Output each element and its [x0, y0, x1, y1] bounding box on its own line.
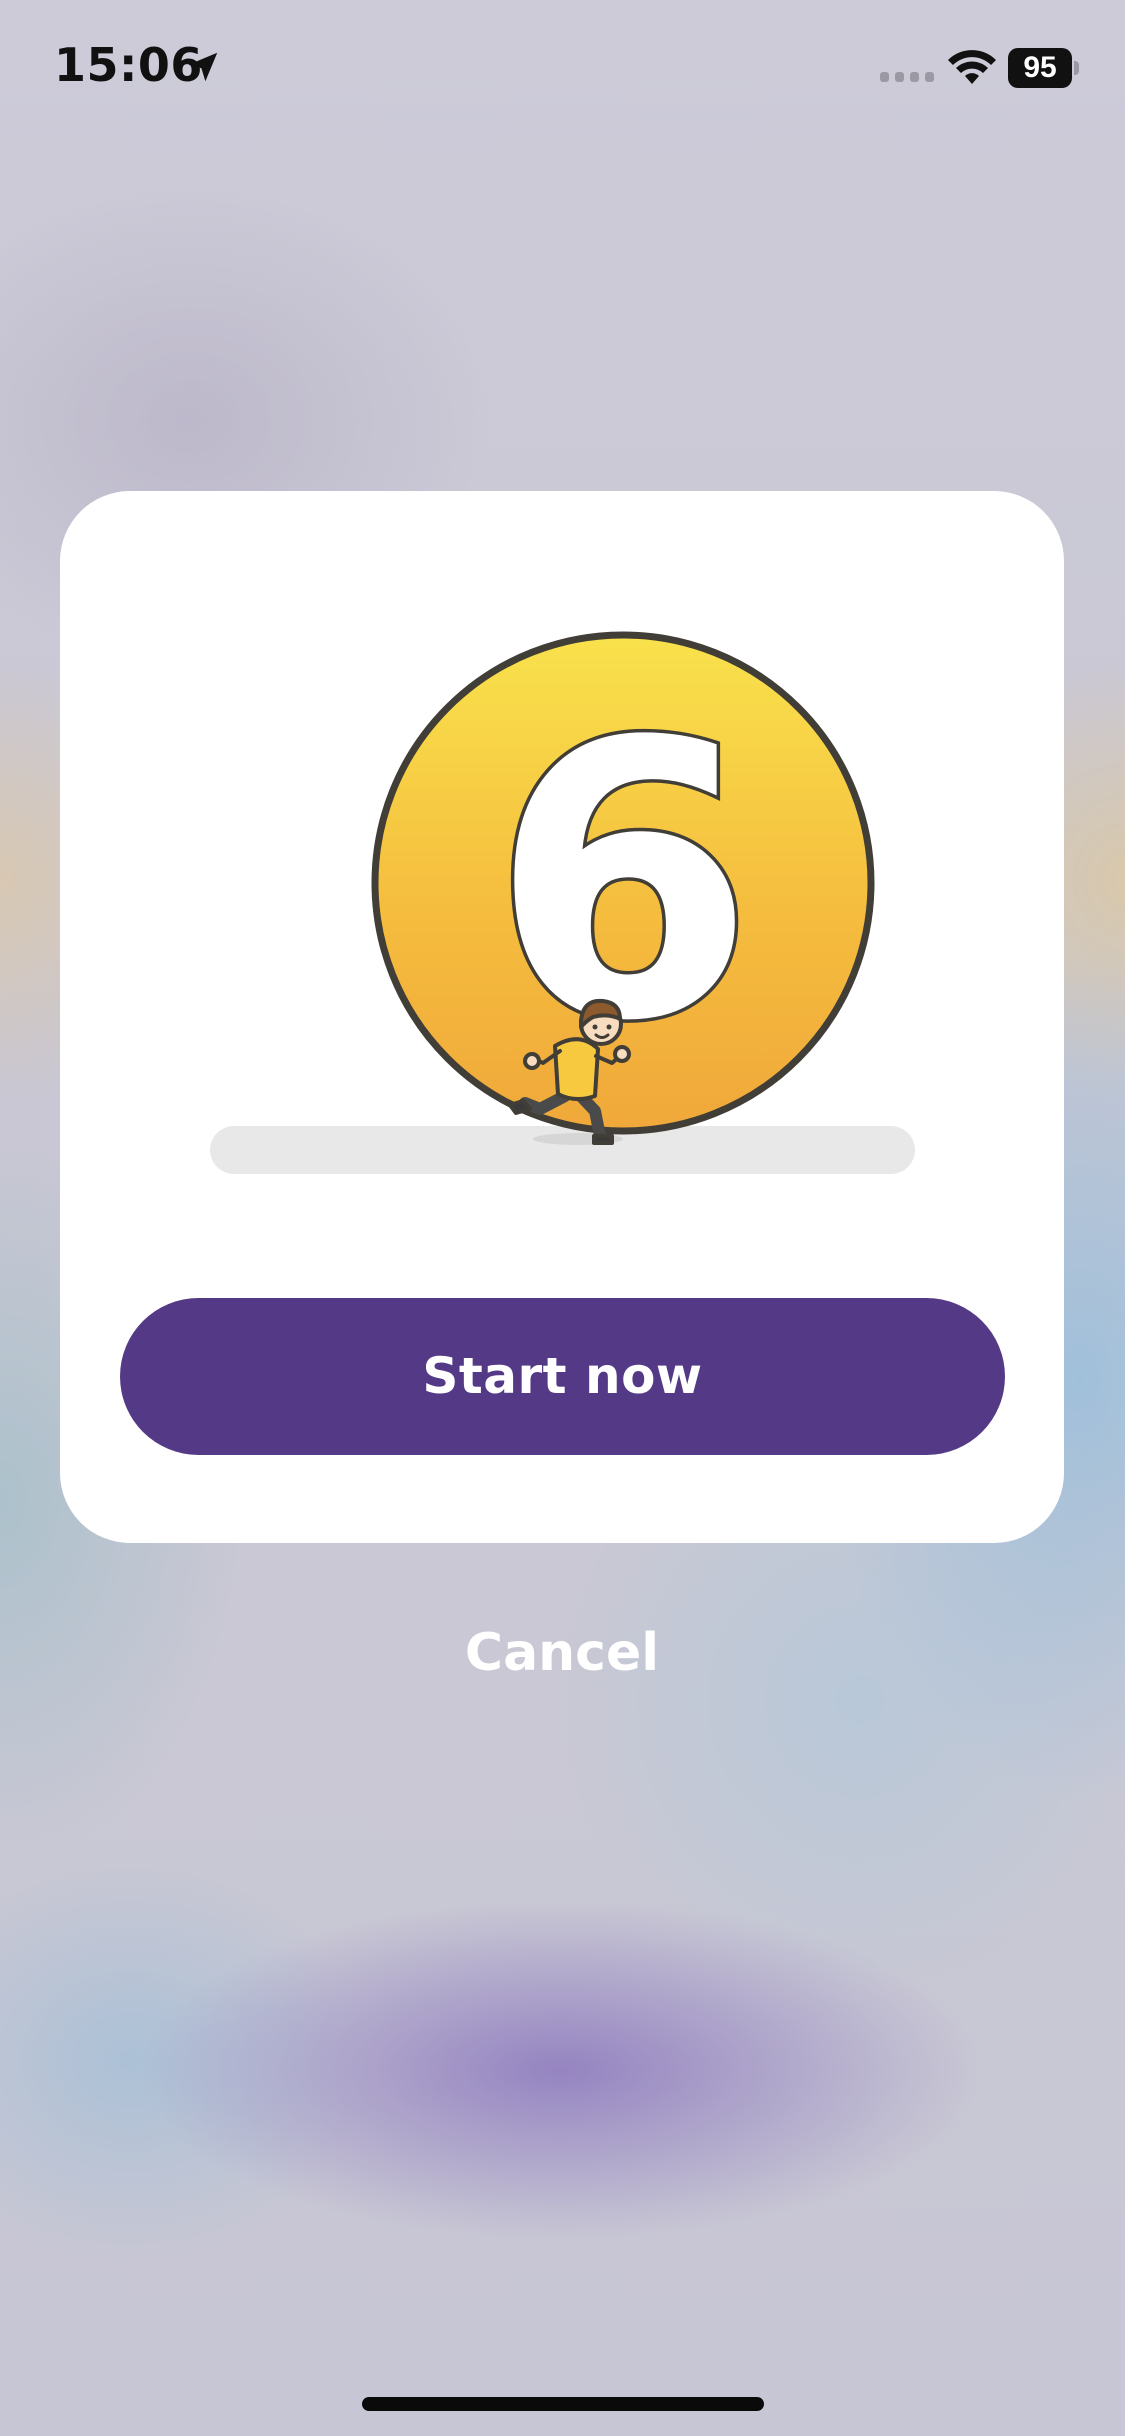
battery-icon: 95	[1008, 48, 1080, 88]
home-indicator[interactable]	[362, 2397, 764, 2411]
badge-number: 6	[491, 661, 755, 1104]
battery-level: 95	[1023, 51, 1057, 84]
wifi-icon	[948, 50, 996, 84]
status-time: 15:06	[54, 38, 203, 92]
status-bar: 15:06 95	[0, 0, 1125, 140]
ground-track	[210, 1126, 915, 1174]
cancel-button[interactable]: Cancel	[362, 1618, 762, 1688]
cellular-signal-icon	[880, 72, 934, 82]
start-modal-card: 6 Start now	[60, 491, 1064, 1543]
start-now-button[interactable]: Start now	[120, 1298, 1005, 1455]
running-person-badge-illustration: 6	[210, 631, 915, 1174]
location-arrow-icon	[188, 52, 218, 82]
